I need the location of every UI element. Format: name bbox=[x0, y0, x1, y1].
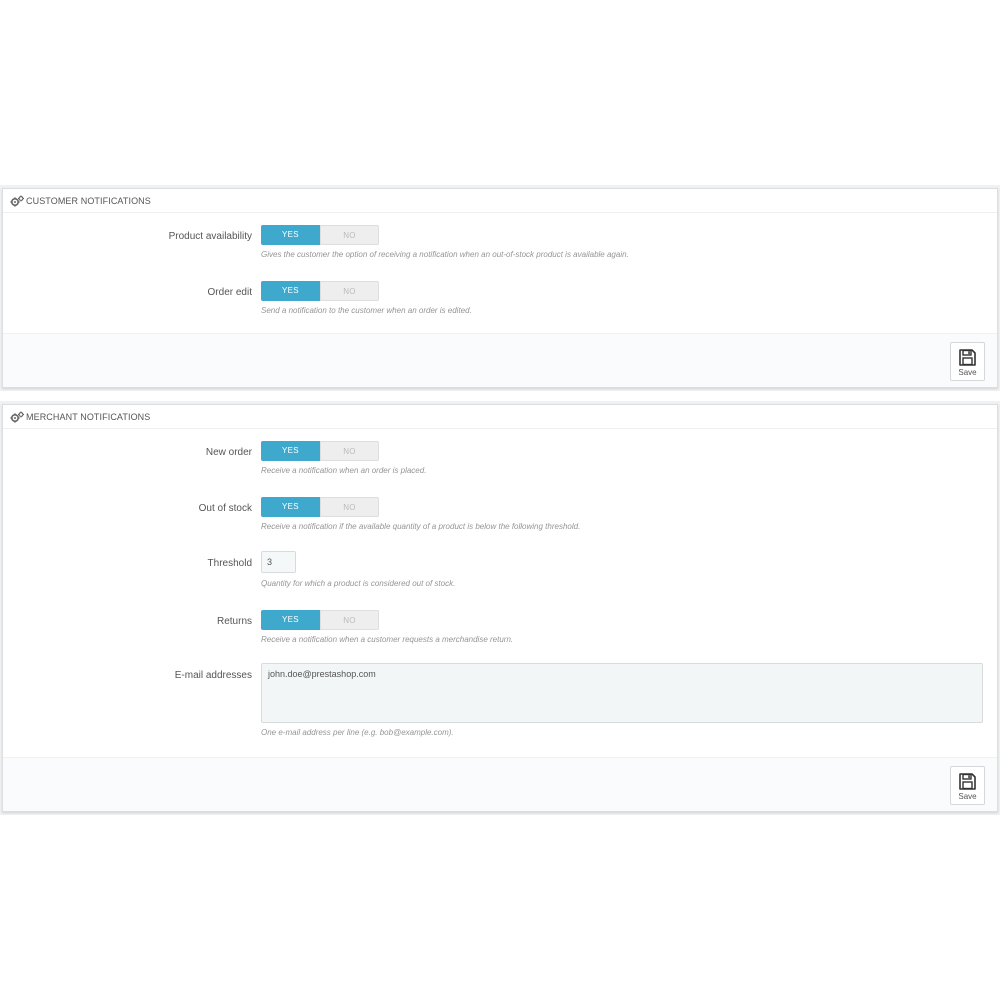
save-button[interactable]: Save bbox=[950, 766, 985, 805]
floppy-disk-icon bbox=[959, 349, 976, 366]
merchant-notifications-panel: MERCHANT NOTIFICATIONS New order YES NO … bbox=[2, 404, 998, 812]
field-label: Product availability bbox=[168, 231, 252, 242]
switch-yes-option[interactable]: YES bbox=[261, 281, 320, 301]
save-button-label: Save bbox=[958, 792, 977, 801]
form-row-email-addresses: E-mail addresses john.doe@prestashop.com… bbox=[3, 663, 997, 743]
switch-yes-option[interactable]: YES bbox=[261, 441, 320, 461]
switch-yes-option[interactable]: YES bbox=[261, 225, 320, 245]
field-label: Returns bbox=[216, 616, 252, 627]
switch-no-option[interactable]: NO bbox=[320, 497, 379, 517]
field-label: E-mail addresses bbox=[174, 670, 252, 681]
help-text: Receive a notification if the available … bbox=[261, 522, 581, 531]
panel-title: CUSTOMER NOTIFICATIONS bbox=[26, 195, 151, 206]
help-text: Gives the customer the option of receivi… bbox=[261, 250, 629, 259]
help-text: Receive a notification when a customer r… bbox=[261, 635, 514, 644]
new-order-switch[interactable]: YES NO bbox=[261, 441, 379, 461]
form-row-threshold: Threshold 3 Quantity for which a product… bbox=[3, 551, 997, 593]
form-row-order-edit: Order edit YES NO Send a notification to… bbox=[3, 281, 997, 321]
threshold-input[interactable]: 3 bbox=[261, 551, 296, 573]
panel-footer: Save bbox=[3, 333, 997, 387]
switch-yes-option[interactable]: YES bbox=[261, 497, 320, 517]
panel-footer: Save bbox=[3, 757, 997, 811]
returns-switch[interactable]: YES NO bbox=[261, 610, 379, 630]
help-text: Quantity for which a product is consider… bbox=[261, 579, 456, 588]
form-row-out-of-stock: Out of stock YES NO Receive a notificati… bbox=[3, 497, 997, 537]
field-label: Out of stock bbox=[198, 503, 252, 514]
help-text: One e-mail address per line (e.g. bob@ex… bbox=[261, 728, 454, 737]
cogs-icon bbox=[10, 411, 24, 423]
switch-no-option[interactable]: NO bbox=[320, 441, 379, 461]
customer-notifications-panel: CUSTOMER NOTIFICATIONS Product availabil… bbox=[2, 188, 998, 388]
switch-no-option[interactable]: NO bbox=[320, 225, 379, 245]
switch-no-option[interactable]: NO bbox=[320, 281, 379, 301]
field-label: New order bbox=[205, 447, 252, 458]
form-row-product-availability: Product availability YES NO Gives the cu… bbox=[3, 225, 997, 265]
order-edit-switch[interactable]: YES NO bbox=[261, 281, 379, 301]
field-label: Threshold bbox=[207, 558, 252, 569]
save-button[interactable]: Save bbox=[950, 342, 985, 381]
field-label: Order edit bbox=[207, 287, 252, 298]
switch-no-option[interactable]: NO bbox=[320, 610, 379, 630]
email-addresses-textarea[interactable]: john.doe@prestashop.com bbox=[261, 663, 983, 723]
panel-heading: CUSTOMER NOTIFICATIONS bbox=[3, 189, 997, 213]
out-of-stock-switch[interactable]: YES NO bbox=[261, 497, 379, 517]
help-text: Receive a notification when an order is … bbox=[261, 466, 427, 475]
product-availability-switch[interactable]: YES NO bbox=[261, 225, 379, 245]
form-row-new-order: New order YES NO Receive a notification … bbox=[3, 441, 997, 481]
switch-yes-option[interactable]: YES bbox=[261, 610, 320, 630]
floppy-disk-icon bbox=[959, 773, 976, 790]
panel-heading: MERCHANT NOTIFICATIONS bbox=[3, 405, 997, 429]
form-row-returns: Returns YES NO Receive a notification wh… bbox=[3, 610, 997, 650]
save-button-label: Save bbox=[958, 368, 977, 377]
cogs-icon bbox=[10, 195, 24, 207]
help-text: Send a notification to the customer when… bbox=[261, 306, 472, 315]
panel-title: MERCHANT NOTIFICATIONS bbox=[26, 411, 151, 422]
